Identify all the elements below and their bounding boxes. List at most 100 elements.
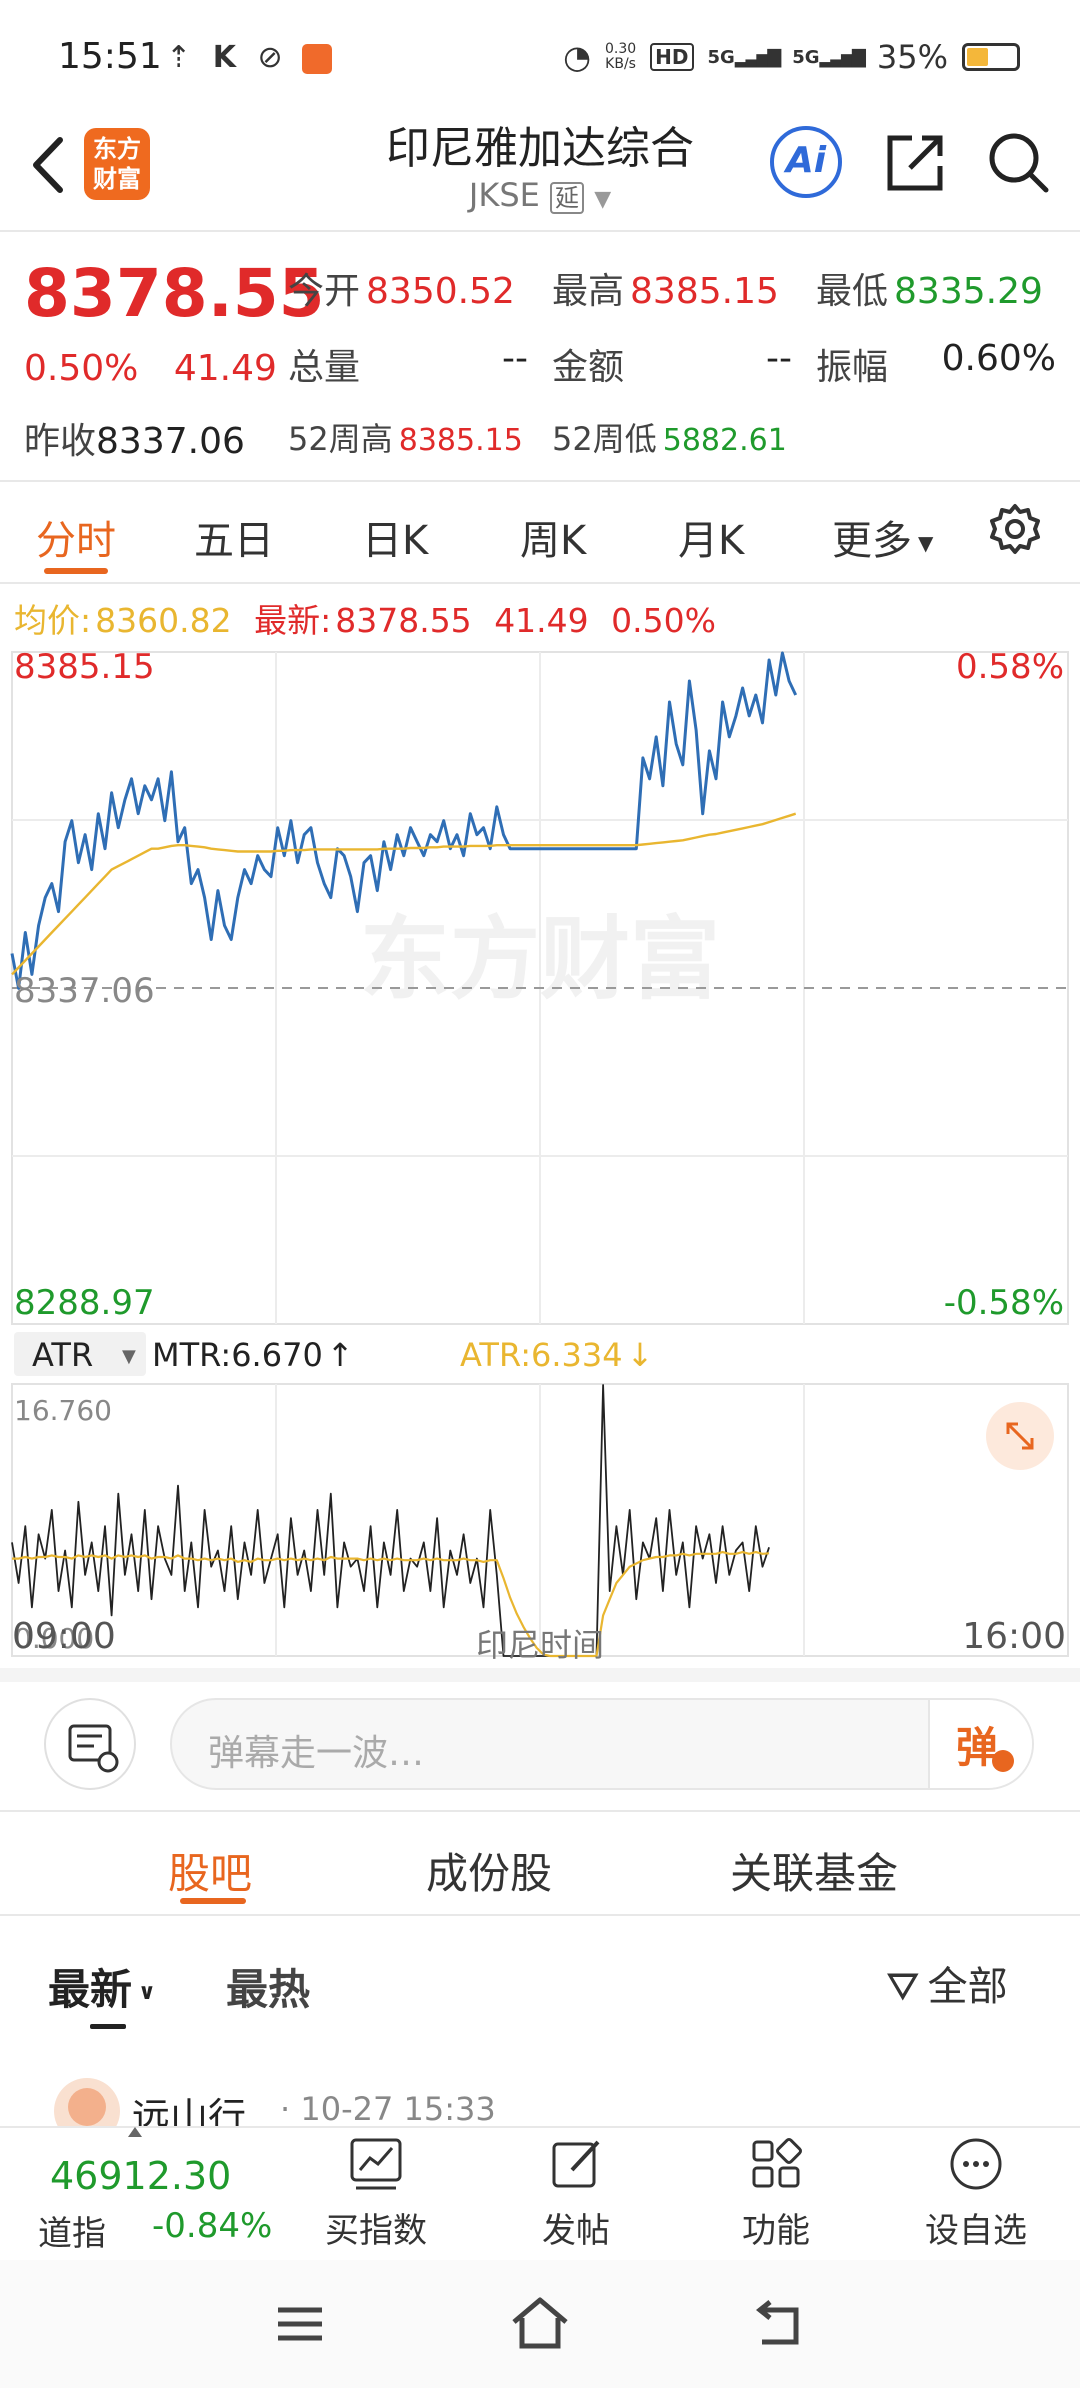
amount-label: 金额: [552, 347, 625, 388]
index-name: 道指: [38, 2214, 106, 2254]
menu-nav-button[interactable]: [270, 2294, 330, 2354]
open-label: 今开: [288, 271, 361, 312]
high52-value: 8385.15: [398, 423, 523, 458]
intraday-chart[interactable]: 东方财富 8385.15 8337.06 8288.97 0.58% -0.58…: [0, 640, 1080, 1670]
status-time: 15:51: [58, 36, 162, 77]
tab-week-k[interactable]: 周K: [520, 508, 586, 566]
edit-icon: [552, 2140, 600, 2188]
x-center-label: 印尼时间: [475, 1626, 604, 1664]
volume-value: --: [502, 338, 528, 379]
amplitude-value: 0.60%: [941, 338, 1056, 379]
x-end-label: 16:00: [962, 1616, 1066, 1657]
danmu-settings-icon: [68, 1724, 119, 1773]
change-row: 0.50% 41.49: [24, 348, 277, 389]
section-gap: [0, 1668, 1080, 1682]
index-caret-icon: [128, 2122, 142, 2137]
danmu-placeholder: 弹幕走一波…: [208, 1733, 425, 1774]
hd-badge: HD: [650, 43, 694, 71]
signal-5g-2: 5G▂▃▅▇: [792, 47, 866, 68]
net-speed-unit: KB/s: [605, 56, 636, 72]
tab-guba[interactable]: 股吧: [168, 1840, 252, 1901]
tab-day-k[interactable]: 日K: [362, 508, 428, 566]
high-cell: 最高 8385.15: [552, 262, 779, 314]
ai-button[interactable]: Ai: [770, 126, 842, 198]
post-label: 发帖: [542, 2211, 610, 2251]
change-value: 41.49: [173, 348, 277, 389]
search-button[interactable]: [986, 130, 1052, 196]
tab-related-funds[interactable]: 关联基金: [730, 1840, 898, 1901]
delay-badge: 延: [550, 182, 585, 214]
danmu-icon: 弹: [956, 1723, 999, 1772]
latest-label: 最新:: [254, 601, 332, 640]
low-value: 8335.29: [894, 271, 1043, 312]
settings-button[interactable]: [988, 502, 1042, 556]
buy-index-button[interactable]: 买指数: [296, 2134, 456, 2252]
more-circle-icon: [950, 2138, 1002, 2190]
tab-five-day[interactable]: 五日: [194, 508, 274, 566]
high52-cell: 52周高 8385.15: [288, 414, 523, 460]
status-right: ◔ 0.30 KB/s HD 5G▂▃▅▇ 5G▂▃▅▇ 35%: [563, 38, 1020, 76]
mtr-line: [11, 1384, 770, 1657]
caret-down-icon: ▼: [918, 531, 934, 555]
tab-intraday[interactable]: 分时: [36, 508, 116, 566]
sort-indicator: [90, 2024, 126, 2029]
low52-label: 52周低: [552, 420, 657, 458]
sim1-label: 5G: [707, 46, 735, 68]
ai-label: Ai: [785, 140, 827, 181]
signal-5g-1: 5G▂▃▅▇: [707, 46, 782, 68]
add-watchlist-label: 设自选: [925, 2211, 1027, 2251]
pct-top-label: 0.58%: [956, 647, 1064, 687]
high-value: 8385.15: [630, 271, 779, 312]
amplitude-label: 振幅: [816, 347, 889, 388]
post-button[interactable]: 发帖: [496, 2134, 656, 2252]
low52-cell: 52周低 5882.61: [552, 414, 787, 460]
index-change: -0.84%: [152, 2206, 273, 2246]
notification-app-icon: [302, 43, 333, 74]
upload-icon: ⇡: [166, 40, 192, 75]
functions-button[interactable]: 功能: [696, 2134, 856, 2252]
sort-hot[interactable]: 最热: [226, 1956, 310, 2017]
atr-arrow-icon: ↓: [627, 1336, 654, 1374]
filter-button[interactable]: ⛛ 全部: [886, 1954, 1008, 2012]
tab-more-label: 更多: [832, 518, 912, 564]
alarm-icon: ◔: [563, 38, 591, 76]
pct-bottom-label: -0.58%: [944, 1283, 1064, 1323]
home-nav-button[interactable]: [508, 2292, 572, 2356]
post-time-value: 10-27 15:33: [300, 2090, 496, 2128]
prev-close-label: 昨收: [24, 421, 97, 462]
sort-latest[interactable]: 最新 ∨: [48, 1956, 156, 2017]
add-watchlist-button[interactable]: 设自选: [896, 2134, 1056, 2252]
dropdown-icon: ▼: [594, 187, 612, 212]
header: 东方 财富 印尼雅加达综合 JKSE 延 ▼ Ai: [0, 110, 1080, 230]
system-nav-bar: [0, 2260, 1080, 2388]
mtr-label: MTR:6.670 ↑: [152, 1336, 354, 1374]
filter-icon: ⛛: [886, 1964, 920, 2010]
high52-label: 52周高: [288, 420, 393, 458]
share-button[interactable]: [882, 130, 948, 196]
period-tabs: 分时 五日 日K 周K 月K 更多 ▼: [0, 480, 1080, 580]
low-label: 最低: [816, 271, 889, 312]
back-nav-button[interactable]: [748, 2294, 808, 2354]
open-cell: 今开 8350.52: [288, 262, 515, 314]
danmu-settings-button[interactable]: [44, 1698, 136, 1790]
prev-close-cell: 昨收8337.06: [24, 412, 245, 464]
net-speed-value: 0.30: [604, 41, 637, 57]
status-app-icons: ⇡ K ⊘: [166, 40, 333, 75]
current-price: 8378.55: [24, 255, 325, 332]
danmu-send-button[interactable]: 弹: [928, 1700, 1032, 1788]
active-tab-indicator: [44, 568, 108, 574]
indicator-name: ATR: [32, 1336, 93, 1374]
danmu-input[interactable]: 弹幕走一波… 弹: [170, 1698, 1034, 1790]
atr-label: ATR:6.334 ↓: [460, 1336, 653, 1374]
tab-constituents[interactable]: 成份股: [426, 1840, 552, 1901]
back-nav-icon: [755, 2300, 799, 2345]
tab-more[interactable]: 更多 ▼: [832, 508, 933, 566]
avg-label: 均价:: [14, 601, 92, 640]
filter-label: 全部: [927, 1964, 1008, 2010]
y-bottom-label: 8288.97: [14, 1283, 155, 1323]
volume-label: 总量: [288, 347, 361, 388]
tab-month-k[interactable]: 月K: [678, 508, 744, 566]
k-app-icon: K: [212, 40, 236, 75]
chart-trend-icon: [350, 2138, 402, 2190]
volume-cell: 总量 --: [288, 338, 528, 390]
